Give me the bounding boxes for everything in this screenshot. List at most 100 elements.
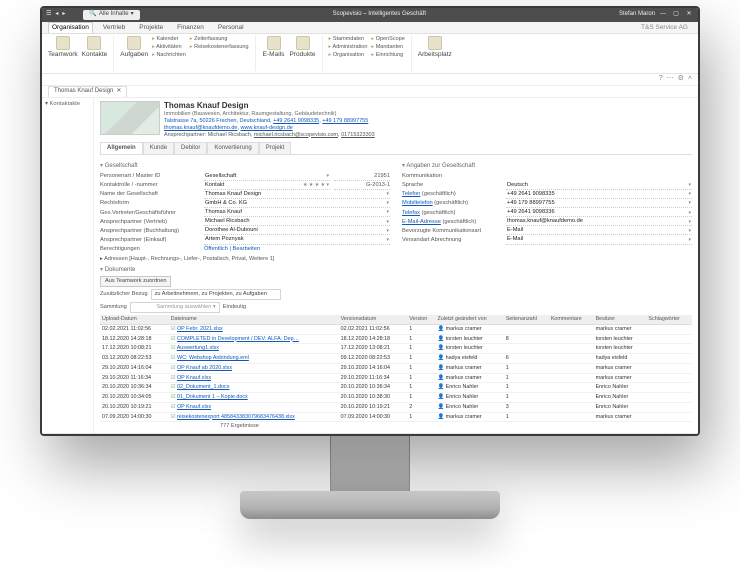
column-header[interactable]: Kommentare: [549, 315, 594, 324]
adressen-row[interactable]: ▸ Adressen [Haupt-, Rechnungs-, Liefer-,…: [100, 256, 390, 263]
contact-phone2[interactable]: +49 179 88997755: [322, 118, 368, 124]
field-value[interactable]: GmbH & Co. KG▾: [204, 200, 390, 208]
sidebar-section[interactable]: Kontaktakte: [50, 101, 81, 107]
section-gesellschaft[interactable]: Gesellschaft: [100, 163, 390, 171]
column-header[interactable]: Zuletzt geändert von: [435, 315, 503, 324]
ribbon-tab-organisation[interactable]: Organisation: [48, 22, 93, 33]
table-row[interactable]: 29.10.2020 14:16:04☑ OP Knauf ab 2020.xl…: [100, 363, 692, 373]
tasks-icon: [127, 36, 141, 50]
table-cell: 👤 markus cramer: [435, 412, 503, 422]
table-cell: 1: [504, 393, 549, 403]
field-value[interactable]: E-Mail▾: [506, 227, 692, 235]
ribbon-tab-vertrieb[interactable]: Vertrieb: [99, 22, 129, 33]
field-value[interactable]: Thomas Knauf▾: [204, 209, 390, 217]
ribbon-zeiterfassung[interactable]: Zeiterfassung: [190, 36, 249, 43]
ribbon-nachrichten[interactable]: Nachrichten: [152, 52, 186, 59]
document-tab[interactable]: Thomas Knauf Design✕: [48, 86, 127, 97]
ribbon-mandanten[interactable]: Mandanten: [371, 44, 404, 51]
field-value[interactable]: +49 2641 9098336▾: [506, 209, 692, 217]
ribbon-einrichtung[interactable]: Einrichtung: [371, 52, 404, 59]
field-value[interactable]: +49 2641 9098335▾: [506, 191, 692, 199]
table-row[interactable]: 03.12.2020 08:22:53☑ WC: Webshop Anbindu…: [100, 354, 692, 364]
document-tabs: Thomas Knauf Design✕: [42, 86, 698, 98]
ribbon-kalender[interactable]: Kalender: [152, 36, 186, 43]
ribbon-tab-projekte[interactable]: Projekte: [135, 22, 167, 33]
chevron-up-icon[interactable]: ˄: [688, 75, 692, 84]
ribbon-tab-finanzen[interactable]: Finanzen: [173, 22, 208, 33]
field-value[interactable]: Thomas Knauf Design▾: [204, 191, 390, 199]
ribbon-kontakte[interactable]: Kontakte: [82, 36, 108, 59]
field-label: Ansprechpartner (Vertrieb): [100, 219, 200, 226]
field-value[interactable]: +49 179 88997755▾: [506, 200, 692, 208]
table-cell: ☑ Auswertung1.xlsx: [169, 344, 339, 354]
ribbon-arbeitsplatz[interactable]: Arbeitsplatz: [418, 36, 452, 59]
field-value[interactable]: E-Mail▾: [506, 236, 692, 244]
help-icon[interactable]: ?: [659, 75, 663, 84]
column-header[interactable]: Seitenanzahl: [504, 315, 549, 324]
field-value[interactable]: Öffentlich | Bearbeiten: [204, 246, 260, 253]
table-row[interactable]: 20.10.2020 10:34:05☑ 01_Dokument 1 – Kop…: [100, 393, 692, 403]
column-header[interactable]: Schlagwörter: [646, 315, 692, 324]
close-button[interactable]: ✕: [684, 11, 694, 19]
ribbon-aktivitaeten[interactable]: Aktivitäten: [152, 44, 186, 51]
column-header[interactable]: Version: [407, 315, 435, 324]
ribbon-stammdaten[interactable]: Stammdaten: [329, 36, 368, 43]
table-cell: 👤 hadya eisfeld: [435, 354, 503, 364]
global-search[interactable]: 🔍 Alle Inhalte ▾: [83, 10, 139, 20]
table-row[interactable]: 07.09.2020 14:00:30☑ reisekostenexport 4…: [100, 412, 692, 422]
table-row[interactable]: 20.10.2020 10:36:34☑ 02_Dokument_1.docx2…: [100, 383, 692, 393]
field-value[interactable]: Kontakt★ ★ ★ ★ ▾: [204, 182, 330, 190]
ribbon-organisation[interactable]: Organisation: [329, 52, 368, 59]
back-icon[interactable]: ◂: [55, 11, 58, 19]
ribbon-produkte[interactable]: Produkte: [290, 36, 316, 59]
table-cell: 02.02.2021 11:02:56: [339, 324, 408, 334]
field-value[interactable]: Gesellschaft▾: [204, 173, 330, 181]
contact-rep-tel[interactable]: 01715323303: [341, 132, 375, 138]
section-dokumente[interactable]: Dokumente: [100, 267, 692, 275]
tab-debitor[interactable]: Debitor: [174, 142, 207, 155]
ribbon-teamwork[interactable]: Teamwork: [48, 36, 78, 59]
contact-rep-mail[interactable]: michael.ricsbach@scopevisio.com: [254, 132, 338, 138]
contact-title: Thomas Knauf Design: [164, 101, 375, 111]
table-cell: 1: [407, 383, 435, 393]
ribbon-aufgaben[interactable]: Aufgaben: [120, 36, 148, 59]
minimize-button[interactable]: —: [658, 11, 668, 19]
tab-kunde[interactable]: Kunde: [143, 142, 174, 155]
tab-konvertierung[interactable]: Konvertierung: [207, 142, 258, 155]
field-value[interactable]: Deutsch▾: [506, 182, 692, 190]
close-tab-icon[interactable]: ✕: [116, 88, 121, 96]
contact-website[interactable]: www.knauf-design.de: [241, 125, 293, 131]
table-row[interactable]: 18.12.2020 14:28:18☑ COMPLETED in Develo…: [100, 334, 692, 344]
section-angaben[interactable]: Angaben zur Gesellschaft: [402, 163, 692, 171]
ribbon-tab-personal[interactable]: Personal: [214, 22, 248, 33]
table-row[interactable]: 17.12.2020 10:08:21☑ Auswertung1.xlsx17.…: [100, 344, 692, 354]
maximize-button[interactable]: ▢: [671, 11, 681, 19]
tab-allgemein[interactable]: Allgemein: [100, 142, 143, 155]
teamwork-assign-button[interactable]: Aus Teamwork zuordnen: [100, 276, 171, 287]
column-header[interactable]: Besitzer: [594, 315, 647, 324]
app-menu-icon[interactable]: ☰: [46, 11, 51, 19]
ribbon-openscope[interactable]: OpenScope: [371, 36, 404, 43]
ribbon-reisekosten[interactable]: Reisekostenerfassung: [190, 44, 249, 51]
settings-icon[interactable]: ⚙: [678, 75, 684, 84]
table-row[interactable]: 02.02.2021 11:02:56☑ OP Febr. 2021.xlsx0…: [100, 324, 692, 334]
field-value[interactable]: Michael Ricsbach▾: [204, 218, 390, 226]
forward-icon[interactable]: ▸: [62, 11, 65, 19]
contact-email[interactable]: thomas.knauf@knaufdemo.de: [164, 125, 237, 131]
sammlung-select[interactable]: Sammlung auswählen ▾: [130, 302, 220, 313]
column-header[interactable]: Dateiname: [169, 315, 339, 324]
column-header[interactable]: Versionsdatum: [339, 315, 408, 324]
field-value[interactable]: thomas.knauf@knaufdemo.de▾: [506, 218, 692, 226]
ribbon-administration[interactable]: Administration: [329, 44, 368, 51]
field-label: Telefax (geschäftlich): [402, 210, 502, 217]
contact-phone1[interactable]: +49 2641 9098335: [273, 118, 319, 124]
bezug-field[interactable]: zu Arbeitnehmern, zu Projekten, zu Aufga…: [151, 289, 281, 300]
tab-projekt[interactable]: Projekt: [259, 142, 292, 155]
field-value[interactable]: Dorothee Al-Dubouni▾: [204, 227, 390, 235]
table-row[interactable]: 20.10.2020 10:19:21☑ OP Knauf.xlsx20.10.…: [100, 402, 692, 412]
more-icon[interactable]: ⋯: [667, 75, 674, 84]
field-value[interactable]: Artem Poznyak▾: [204, 236, 390, 244]
column-header[interactable]: Upload-Datum: [100, 315, 169, 324]
table-row[interactable]: 29.10.2020 11:16:34☑ OP Knauf.xlsx29.10.…: [100, 373, 692, 383]
ribbon-emails[interactable]: E-Mails: [262, 36, 286, 59]
